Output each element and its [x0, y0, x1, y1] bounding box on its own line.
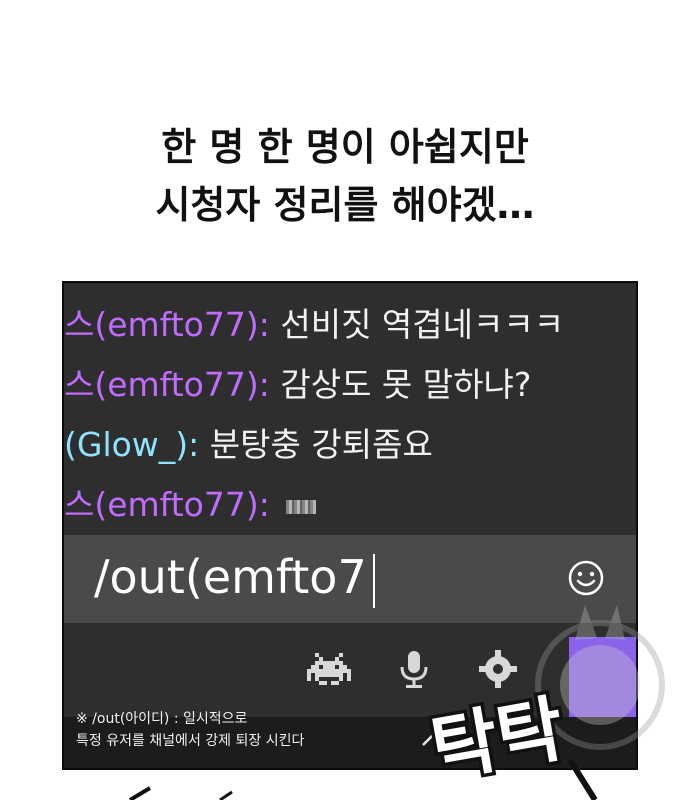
chat-text: 분탕충 강퇴좀요: [209, 425, 433, 464]
hint-line-1: ※ /out(아이디) : 일시적으로: [76, 711, 248, 727]
chat-username[interactable]: 스(emfto77): [64, 365, 259, 404]
chat-input-value: /out(emfto7: [94, 550, 367, 604]
chat-message: 스(emfto77):: [64, 475, 636, 535]
chat-username[interactable]: 스(emfto77): [64, 305, 259, 344]
chat-input[interactable]: /out(emfto7: [94, 547, 375, 608]
narration-line-1: 한 명 한 명이 아쉽지만: [161, 125, 529, 169]
chat-username[interactable]: (Glow_): [64, 425, 188, 464]
chat-separator: :: [258, 305, 270, 344]
chat-log: 스(emfto77): 선비짓 역겹네ㅋㅋㅋ 스(emfto77): 감상도 못…: [64, 295, 636, 535]
smiley-icon[interactable]: [567, 559, 605, 597]
chat-text: 선비짓 역겹네ㅋㅋㅋ: [280, 305, 565, 344]
chat-message: 스(emfto77): 선비짓 역겹네ㅋㅋㅋ: [64, 295, 636, 355]
space-invader-icon[interactable]: [307, 647, 351, 691]
sound-effect-text: 탁탁: [425, 686, 570, 792]
chat-username[interactable]: 스(emfto77): [64, 485, 259, 524]
chat-text: 감상도 못 말하냐?: [280, 365, 532, 404]
chat-separator: :: [258, 485, 270, 524]
censored-text: [286, 499, 317, 514]
chat-message: 스(emfto77): 감상도 못 말하냐?: [64, 355, 636, 415]
narration-line-2: 시청자 정리를 해야겠…: [155, 183, 535, 227]
ink-stroke: [128, 786, 233, 800]
hint-line-2: 특정 유저를 채널에서 강제 퇴장 시킨다: [76, 733, 305, 749]
command-hint: ※ /out(아이디) : 일시적으로 특정 유저를 채널에서 강제 퇴장 시킨…: [76, 708, 304, 752]
narration-caption: 한 명 한 명이 아쉽지만 시청자 정리를 해야겠…: [0, 118, 690, 234]
chat-separator: :: [188, 425, 200, 464]
sound-effect-art: 탁탁: [421, 683, 598, 800]
chat-message: (Glow_): 분탕충 강퇴좀요: [64, 415, 636, 475]
text-caret: [372, 553, 375, 608]
chat-separator: :: [258, 365, 270, 404]
